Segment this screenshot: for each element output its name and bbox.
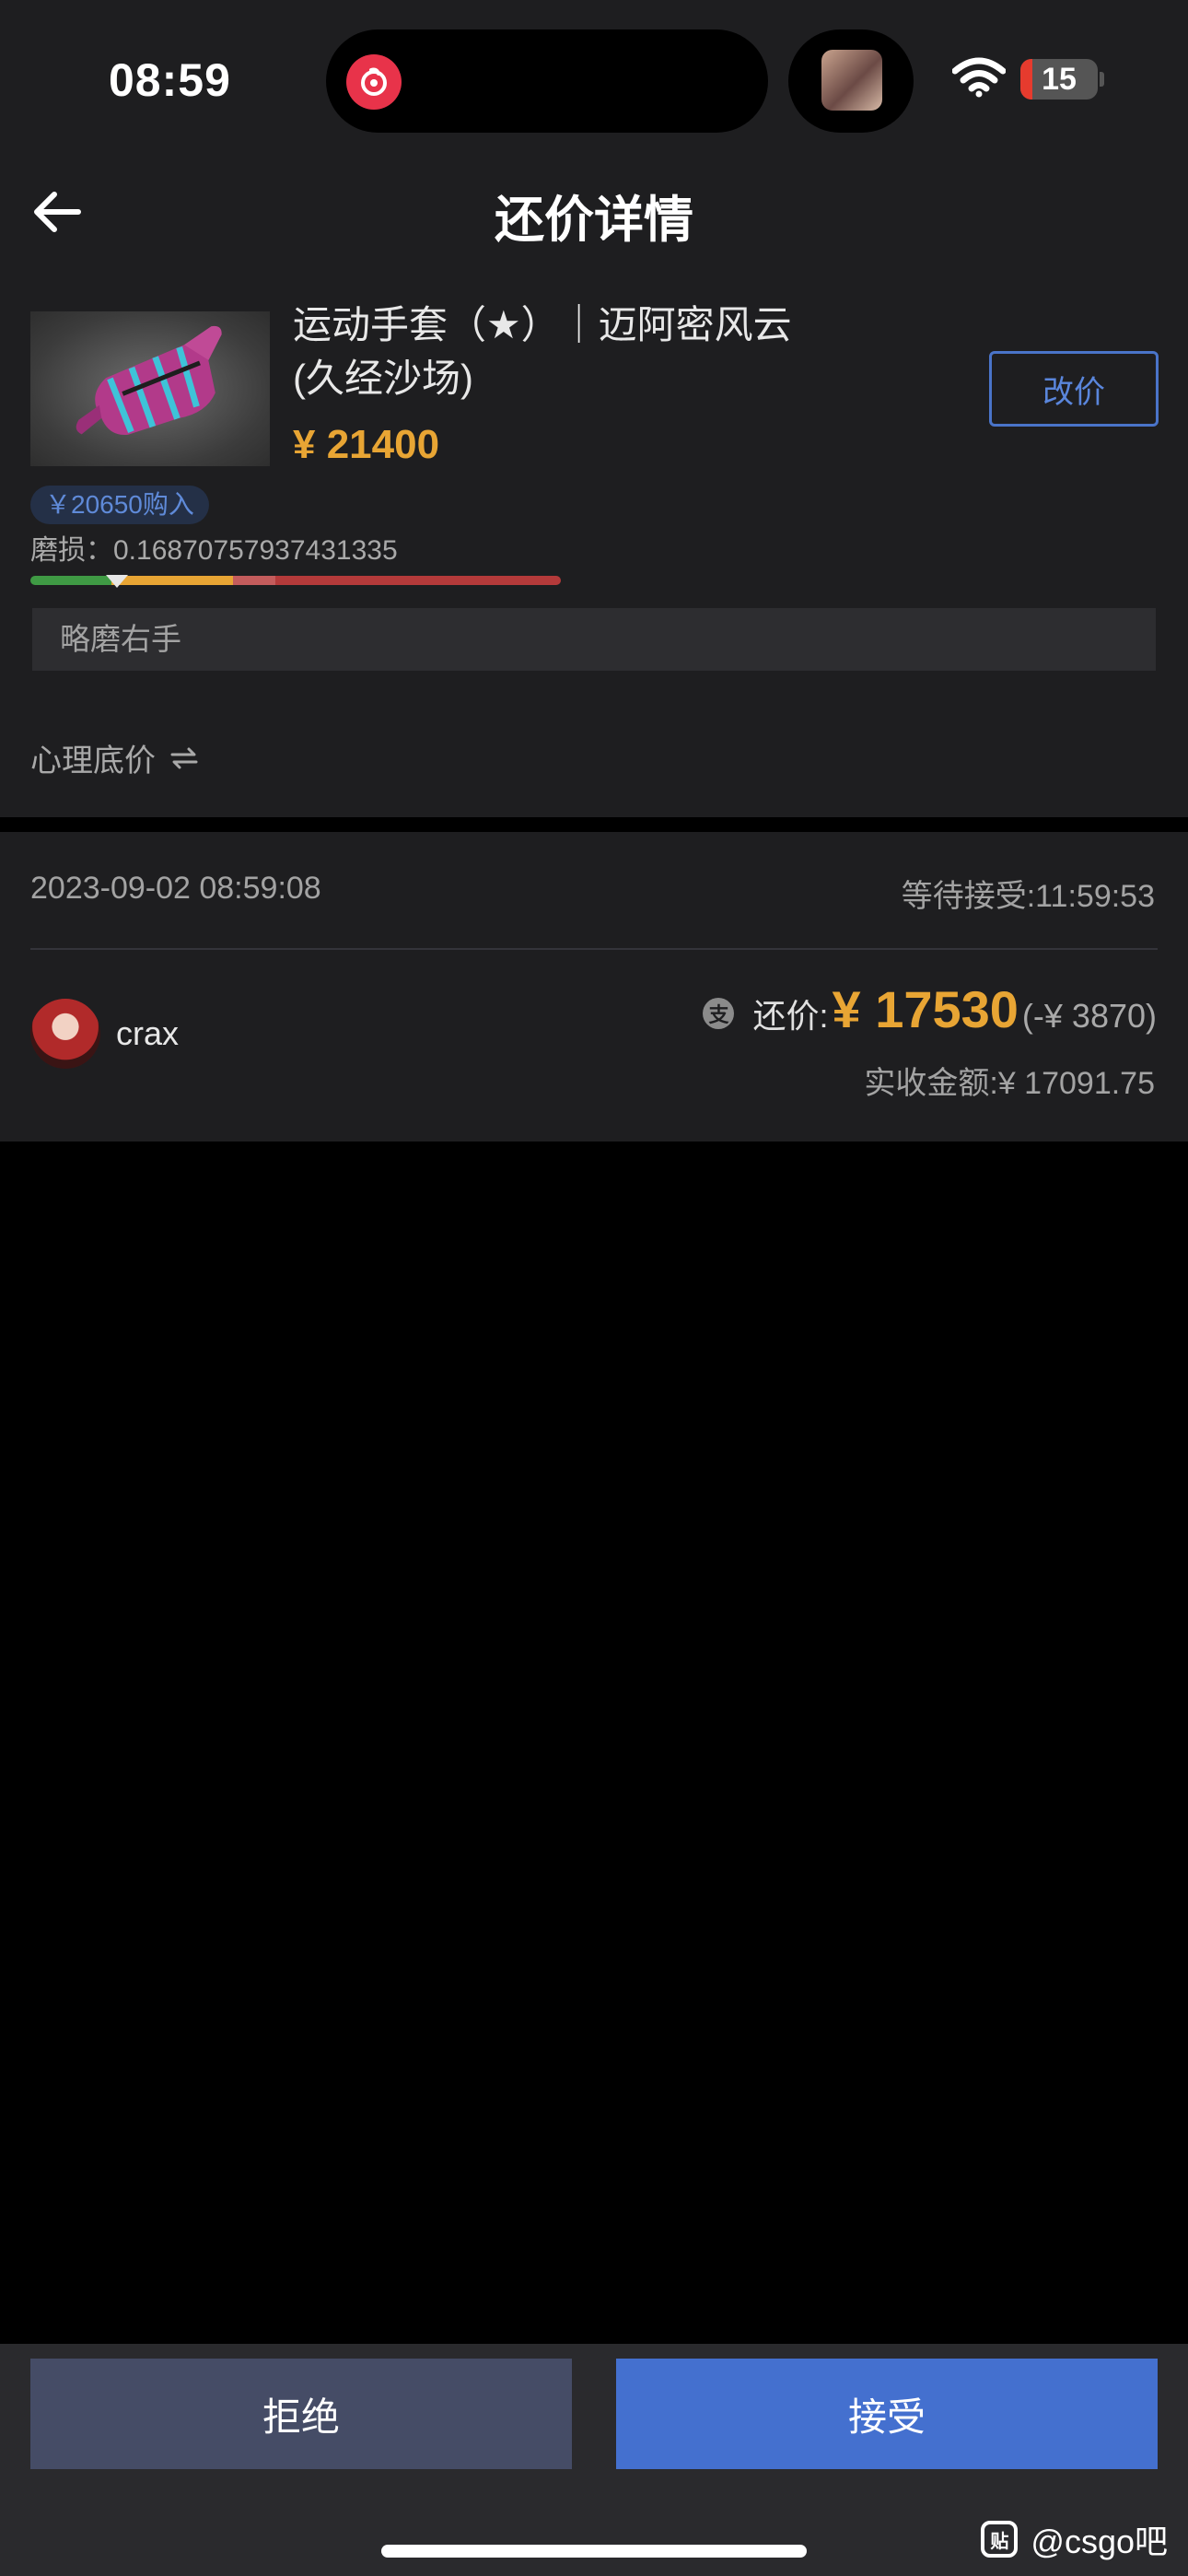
- battery-level: 15: [1042, 62, 1077, 97]
- page-title: 还价详情: [495, 193, 693, 248]
- wear-segment-battle-scarred: [275, 576, 561, 585]
- home-indicator[interactable]: [381, 2545, 807, 2558]
- status-bar: 08:59 15: [0, 0, 1188, 157]
- avatar[interactable]: [30, 999, 100, 1069]
- item-note: 略磨右手: [32, 608, 1156, 671]
- reserve-price-label: 心理底价: [30, 744, 156, 779]
- live-activity-pill: [788, 29, 914, 133]
- watermark: 贴 @csgo吧: [981, 2515, 1168, 2563]
- product-card: 运动手套（★）｜迈阿密风云(久经沙场) ¥ 21400 改价 ￥20650购入 …: [0, 267, 1188, 817]
- reject-button[interactable]: 拒绝: [30, 2359, 572, 2469]
- nav-bar: 还价详情: [0, 157, 1188, 267]
- item-price: ¥ 21400: [293, 422, 440, 467]
- offer-price: ¥ 17530: [832, 980, 1019, 1038]
- reserve-price-toggle[interactable]: 心理底价: [30, 735, 200, 780]
- offer-price-line: 支 还价: ¥ 17530 (-¥ 3870): [703, 979, 1157, 1039]
- item-thumbnail[interactable]: [30, 311, 270, 466]
- wear-segment-field-tested: [233, 576, 276, 585]
- offer-diff: (-¥ 3870): [1021, 997, 1157, 1035]
- wear-value: 0.16870757937431335: [113, 535, 398, 566]
- status-time: 08:59: [109, 54, 231, 106]
- wear-marker-icon: [105, 575, 128, 588]
- battery-icon: 15: [1020, 59, 1098, 100]
- item-name: 运动手套（★）｜迈阿密风云(久经沙场): [293, 303, 792, 400]
- wear-segment-factory-new: [30, 576, 112, 585]
- wear-segment-minimal-wear: [111, 576, 234, 585]
- offer-date: 2023-09-02 08:59:08: [30, 871, 321, 906]
- accept-button[interactable]: 接受: [616, 2359, 1158, 2469]
- actual-received: 实收金额:¥ 17091.75: [864, 1066, 1155, 1101]
- change-price-button[interactable]: 改价: [989, 351, 1159, 427]
- bottom-action-bar: 拒绝 接受 贴 @csgo吧: [0, 2344, 1188, 2576]
- watermark-text: @csgo吧: [1031, 2523, 1168, 2560]
- swap-icon: [170, 747, 198, 768]
- offer-card: 2023-09-02 08:59:08 等待接受:11:59:53 crax 支…: [0, 832, 1188, 1142]
- wear-float: 磨损：0.16870757937431335: [30, 527, 398, 568]
- offer-countdown: 等待接受:11:59:53: [901, 879, 1155, 914]
- buy-price-badge: ￥20650购入: [30, 486, 209, 524]
- dynamic-island: [326, 29, 768, 133]
- wifi-icon: [951, 57, 1007, 102]
- divider: [30, 948, 1158, 950]
- gloves-icon: [76, 325, 222, 436]
- offer-label: 还价:: [752, 997, 829, 1035]
- wear-label: 磨损：: [30, 535, 113, 566]
- media-thumbnail-icon: [821, 50, 882, 111]
- battery-tip: [1100, 72, 1104, 87]
- buyer-name: crax: [116, 1014, 180, 1052]
- alipay-icon: 支: [703, 998, 735, 1029]
- tieba-icon: 贴: [981, 2521, 1019, 2558]
- music-app-icon: [346, 54, 402, 110]
